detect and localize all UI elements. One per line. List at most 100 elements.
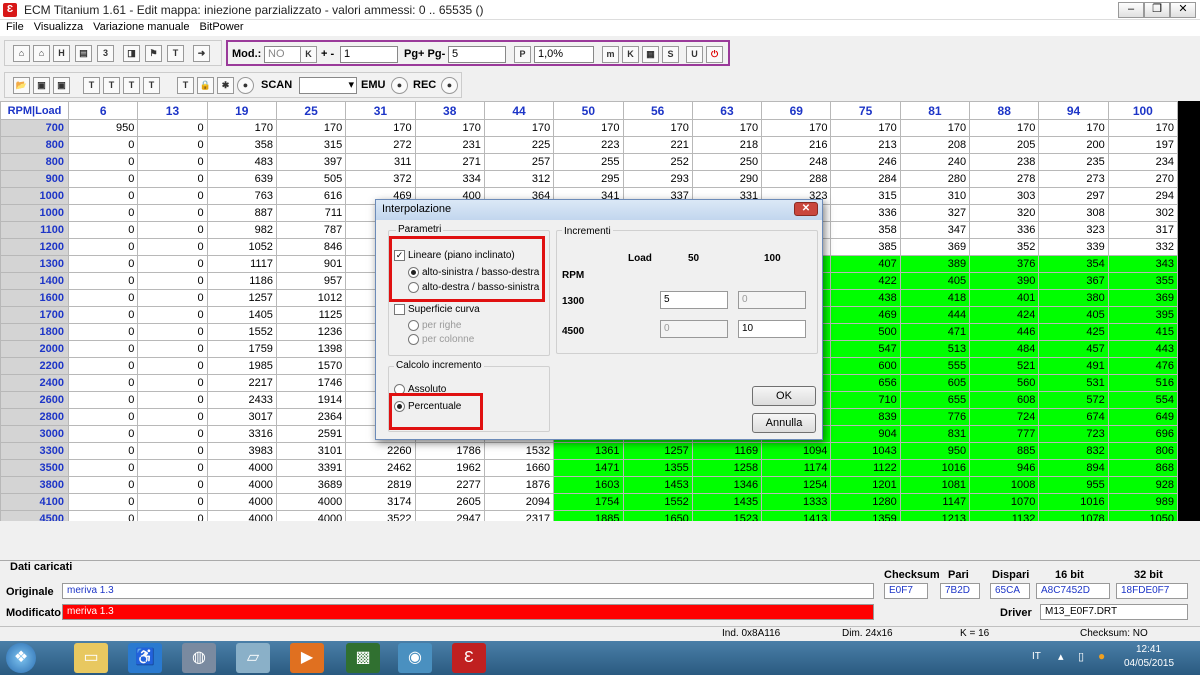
map-cell[interactable]: 323	[1038, 221, 1109, 239]
map-cell[interactable]: 1257	[206, 289, 277, 307]
map-cell[interactable]: 4000	[275, 510, 347, 521]
map-cell[interactable]: 1759	[206, 340, 277, 358]
map-cell[interactable]: 904	[830, 425, 901, 443]
map-cell[interactable]: 982	[206, 221, 277, 239]
clock-time[interactable]: 12:41	[1136, 644, 1161, 655]
map-cell[interactable]: 901	[275, 255, 347, 273]
map-cell[interactable]: 257	[483, 153, 555, 171]
map-cell[interactable]: 0	[137, 306, 208, 324]
map-cell[interactable]: 0	[137, 204, 208, 222]
map-cell[interactable]: 649	[1107, 408, 1178, 426]
map-cell[interactable]: 170	[1038, 119, 1109, 137]
map-cell[interactable]: 0	[67, 493, 139, 511]
chart-icon[interactable]: ▤	[75, 45, 92, 62]
map-cell[interactable]: 846	[275, 238, 347, 256]
map-cell[interactable]: 0	[67, 357, 139, 375]
map-cell[interactable]: 0	[67, 374, 139, 392]
u-icon[interactable]: U	[686, 46, 703, 63]
vertical-scrollbar[interactable]	[1178, 101, 1200, 521]
map-cell[interactable]: 0	[137, 272, 208, 290]
map-cell[interactable]: 213	[830, 136, 901, 154]
map-cell[interactable]: 246	[830, 153, 901, 171]
inc-1300-100-input[interactable]: 0	[738, 291, 806, 309]
map-cell[interactable]: 372	[345, 170, 416, 188]
map-cell[interactable]: 3689	[275, 476, 347, 494]
inc-4500-100-input[interactable]: 10	[738, 320, 806, 338]
map-cell[interactable]: 724	[969, 408, 1040, 426]
map-cell[interactable]: 0	[137, 442, 208, 460]
map-cell[interactable]: 1413	[761, 510, 832, 521]
map-cell[interactable]: 0	[137, 408, 208, 426]
map-cell[interactable]: 0	[137, 340, 208, 358]
map-cell[interactable]: 1985	[206, 357, 277, 375]
map-cell[interactable]: 2364	[275, 408, 347, 426]
maximize-button[interactable]: ❐	[1144, 2, 1170, 18]
map-cell[interactable]: 401	[969, 289, 1040, 307]
map-cell[interactable]: 271	[414, 153, 485, 171]
map-cell[interactable]: 358	[206, 136, 277, 154]
map-cell[interactable]: 336	[969, 221, 1040, 239]
map-cell[interactable]: 170	[830, 119, 901, 137]
map-cell[interactable]: 0	[137, 323, 208, 341]
map-cell[interactable]: 278	[969, 170, 1040, 188]
map-cell[interactable]: 0	[67, 306, 139, 324]
accessibility-icon[interactable]: ♿	[128, 643, 162, 673]
map-cell[interactable]: 1070	[969, 493, 1040, 511]
map-cell[interactable]: 655	[899, 391, 971, 409]
map-cell[interactable]: 170	[553, 119, 624, 137]
map-cell[interactable]: 0	[67, 153, 139, 171]
menu-file[interactable]: File	[0, 20, 28, 33]
map-cell[interactable]: 240	[899, 153, 971, 171]
lock-icon[interactable]: 🔒	[197, 77, 214, 94]
map-cell[interactable]: 170	[969, 119, 1040, 137]
map-cell[interactable]: 1405	[206, 306, 277, 324]
map-cell[interactable]: 395	[1107, 306, 1178, 324]
map-cell[interactable]: 1603	[553, 476, 624, 494]
map-cell[interactable]: 311	[345, 153, 416, 171]
map-cell[interactable]: 327	[899, 204, 971, 222]
map-cell[interactable]: 380	[1038, 289, 1109, 307]
map-cell[interactable]: 0	[67, 442, 139, 460]
map-cell[interactable]: 1786	[414, 442, 485, 460]
map-cell[interactable]: 369	[899, 238, 971, 256]
menu-variazione-manuale[interactable]: Variazione manuale	[87, 20, 193, 33]
map-cell[interactable]: 1471	[553, 459, 624, 477]
battery-icon[interactable]: ▯	[1078, 650, 1084, 663]
map-cell[interactable]: 3391	[275, 459, 347, 477]
annulla-button[interactable]: Annulla	[752, 413, 816, 433]
percent-input[interactable]: 1,0%	[534, 46, 594, 63]
map-cell[interactable]: 560	[969, 374, 1040, 392]
explorer-icon[interactable]: ▭	[74, 643, 108, 673]
map-cell[interactable]: 284	[830, 170, 901, 188]
map-cell[interactable]: 376	[969, 255, 1040, 273]
map-cell[interactable]: 616	[275, 187, 347, 205]
menu-bitpower[interactable]: BitPower	[193, 20, 247, 33]
map-cell[interactable]: 531	[1038, 374, 1109, 392]
map-cell[interactable]: 950	[899, 442, 971, 460]
map-cell[interactable]: 170	[691, 119, 763, 137]
map-cell[interactable]: 928	[1107, 476, 1178, 494]
chrome-icon[interactable]: ◉	[398, 643, 432, 673]
k-button[interactable]: K	[300, 46, 317, 63]
map-cell[interactable]: 1361	[553, 442, 624, 460]
t1-icon[interactable]: T	[83, 77, 100, 94]
ecm-titanium-task-icon[interactable]: Ɛ	[452, 643, 486, 673]
map-cell[interactable]: 2462	[345, 459, 416, 477]
map-cell[interactable]: 0	[137, 459, 208, 477]
map-cell[interactable]: 457	[1038, 340, 1109, 358]
map-cell[interactable]: 989	[1107, 493, 1178, 511]
map-cell[interactable]: 288	[761, 170, 832, 188]
map-cell[interactable]: 1043	[830, 442, 901, 460]
map-cell[interactable]: 252	[622, 153, 693, 171]
map-cell[interactable]: 1333	[761, 493, 832, 511]
map-cell[interactable]: 170	[899, 119, 971, 137]
map-cell[interactable]: 957	[275, 272, 347, 290]
map-cell[interactable]: 290	[691, 170, 763, 188]
map-cell[interactable]: 1962	[414, 459, 485, 477]
map-cell[interactable]: 832	[1038, 442, 1109, 460]
map-cell[interactable]: 1117	[206, 255, 277, 273]
map-cell[interactable]: 1885	[553, 510, 624, 521]
map-cell[interactable]: 483	[206, 153, 277, 171]
map-cell[interactable]: 369	[1107, 289, 1178, 307]
map-cell[interactable]: 444	[899, 306, 971, 324]
